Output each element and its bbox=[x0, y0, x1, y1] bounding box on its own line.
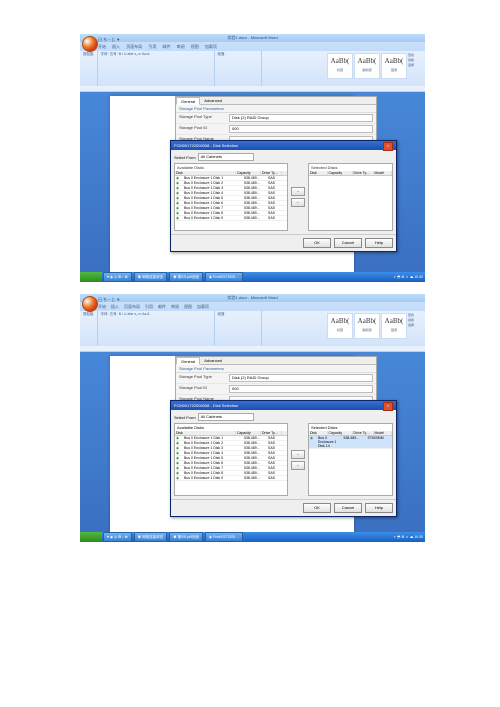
quicklaunch[interactable]: ♥ ◉ ◎ ❂ ♪ ✿ bbox=[103, 272, 132, 282]
taskbar[interactable]: ♥ ◉ ◎ ❂ ♪ ✿ ◉ 网络连接状态 ◉ 第2/5.pdf页面 ◉ Fcm0… bbox=[80, 532, 425, 542]
selected-disk-row[interactable]: ◉ Bus 0 Enclosure 1 Disk 14 538.489… ST6… bbox=[309, 436, 392, 449]
cancel-button[interactable]: Cancel bbox=[334, 238, 362, 248]
word-ribbon: 实验1.docx - Microsoft Word 日 ち・じ ▼ 开始插入页面… bbox=[80, 294, 425, 347]
start-button[interactable] bbox=[80, 272, 102, 282]
office-button[interactable] bbox=[82, 36, 98, 52]
style-heading[interactable]: AaBb(标题 bbox=[327, 53, 353, 79]
ruler bbox=[80, 86, 425, 92]
sp-label-id: Storage Pool ID bbox=[179, 125, 229, 133]
available-rows[interactable]: ◉Bus 0 Enclosure 1 Disk 1538.489…SAS ◉Bu… bbox=[175, 176, 287, 221]
sp-tab-advanced[interactable]: Advanced bbox=[200, 97, 226, 104]
sp-input-id[interactable]: 000 bbox=[229, 125, 373, 133]
disk-icon: ◉ bbox=[175, 206, 183, 210]
transfer-buttons: → ← bbox=[291, 163, 305, 231]
desktop-wallpaper: 实验1.docx - Microsoft Word 日 ち・じ ▼ 开始插入页面… bbox=[80, 294, 425, 542]
taskbar-item[interactable]: ◉ 第2/5.pdf页面 bbox=[169, 272, 203, 282]
style-subtitle[interactable]: AaBb(副标题 bbox=[354, 53, 380, 79]
tab-layout[interactable]: 页面布局 bbox=[126, 44, 142, 49]
disk-selection-dialog: FCM001722000058 - Disk Selection × Selec… bbox=[170, 140, 397, 252]
styles-gallery[interactable]: AaBb(标题 AaBb(副标题 AaBb(强调 bbox=[327, 53, 407, 79]
sp-input-type[interactable]: Disk (2) RAID Group bbox=[229, 114, 373, 122]
taskbar[interactable]: ♥ ◉ ◎ ❂ ♪ ✿ ◉ 网络连接状态 ◉ 第2/5.pdf页面 ◉ Fcm0… bbox=[80, 272, 425, 282]
selected-rows-empty[interactable] bbox=[309, 176, 392, 230]
system-tray[interactable]: ◐ ⬒ ⚙ ♬ ⏏ 10:30 bbox=[394, 275, 425, 279]
disk-icon: ◉ bbox=[309, 436, 317, 448]
sp-label-type: Storage Pool Type bbox=[179, 114, 229, 122]
cabinet-dropdown[interactable]: All Cabinets bbox=[198, 153, 254, 161]
available-disks-pane: Available Disks DiskCapacityDrive Ty… ◉B… bbox=[174, 163, 288, 231]
sp-tab-general[interactable]: General bbox=[176, 97, 200, 105]
screenshot-2: 实验1.docx - Microsoft Word 日 ち・じ ▼ 开始插入页面… bbox=[80, 294, 425, 542]
selected-disks-pane: Selected Disks DiskCapacityDrive Ty…Mode… bbox=[308, 423, 393, 496]
disk-icon: ◉ bbox=[175, 191, 183, 195]
title-bar: 实验1.docx - Microsoft Word bbox=[80, 294, 425, 302]
sp-tab-general[interactable]: General bbox=[176, 357, 200, 365]
title-bar: 实验1.docx - Microsoft Word bbox=[80, 34, 425, 42]
taskbar-item[interactable]: ◉ Fcm00172200… bbox=[205, 272, 243, 282]
tab-home[interactable]: 开始 bbox=[98, 44, 106, 49]
taskbar-item[interactable]: ◉ 网络连接状态 bbox=[134, 272, 167, 282]
add-button[interactable]: → bbox=[291, 450, 305, 459]
quick-access-toolbar[interactable]: 日 ち・じ ▼ bbox=[98, 37, 120, 43]
tab-ref[interactable]: 引用 bbox=[148, 44, 156, 49]
disk-icon: ◉ bbox=[175, 196, 183, 200]
dialog-title: FCM001722000058 - Disk Selection bbox=[174, 141, 238, 150]
clipboard-group[interactable]: 剪贴板 bbox=[80, 51, 98, 86]
ok-button[interactable]: OK bbox=[303, 238, 331, 248]
tab-addin[interactable]: 加载项 bbox=[205, 44, 217, 49]
add-button[interactable]: → bbox=[291, 187, 305, 196]
selected-header: Selected Disks bbox=[309, 164, 392, 171]
close-icon[interactable]: × bbox=[383, 142, 393, 151]
disk-icon: ◉ bbox=[175, 176, 183, 180]
help-button[interactable]: Help bbox=[365, 238, 393, 248]
ribbon-tabs[interactable]: 开始插入页面布局引用邮件审阅视图加载项 bbox=[98, 304, 214, 310]
paragraph-group[interactable]: 段落 bbox=[215, 51, 262, 86]
dialog-titlebar[interactable]: FCM001722000058 - Disk Selection × bbox=[171, 141, 396, 150]
desktop-wallpaper: 实验1.docx - Microsoft Word 日 ち・じ ▼ 开始 插入 … bbox=[80, 34, 425, 282]
start-button[interactable] bbox=[80, 532, 102, 542]
ribbon-tabs[interactable]: 开始 插入 页面布局 引用 邮件 审阅 视图 加载项 bbox=[98, 44, 222, 50]
screenshot-1: 实验1.docx - Microsoft Word 日 ち・じ ▼ 开始 插入 … bbox=[80, 34, 425, 282]
cabinet-dropdown[interactable]: All Cabinets bbox=[198, 413, 254, 421]
remove-button[interactable]: ← bbox=[291, 461, 305, 470]
select-from-label: Select From bbox=[174, 155, 196, 160]
ok-button[interactable]: OK bbox=[303, 503, 331, 513]
available-disks-pane: Available Disks DiskCapacityDrive Ty… ◉B… bbox=[174, 423, 288, 496]
tab-insert[interactable]: 插入 bbox=[112, 44, 120, 49]
remove-button[interactable]: ← bbox=[291, 198, 305, 207]
available-rows[interactable]: ◉Bus 0 Enclosure 1 Disk 1538.489…SAS ◉Bu… bbox=[175, 436, 287, 481]
help-button[interactable]: Help bbox=[365, 503, 393, 513]
close-icon[interactable]: × bbox=[383, 402, 393, 411]
ruler bbox=[80, 346, 425, 352]
word-ribbon: 实验1.docx - Microsoft Word 日 ち・じ ▼ 开始 插入 … bbox=[80, 34, 425, 87]
disk-icon: ◉ bbox=[175, 186, 183, 190]
tab-view[interactable]: 视图 bbox=[191, 44, 199, 49]
selected-disks-pane: Selected Disks DiskCapacityDrive Ty…Mode… bbox=[308, 163, 393, 231]
disk-selection-dialog: FCM001722000058 - Disk Selection × Selec… bbox=[170, 400, 397, 517]
available-header: Available Disks bbox=[175, 164, 287, 171]
selected-rows[interactable]: ◉ Bus 0 Enclosure 1 Disk 14 538.489… ST6… bbox=[309, 436, 392, 449]
office-button[interactable] bbox=[82, 296, 98, 312]
font-group[interactable]: 字体 ·五号· B I U abe x₂ x² Aa A bbox=[98, 51, 215, 86]
disk-icon: ◉ bbox=[175, 181, 183, 185]
disk-icon: ◉ bbox=[175, 216, 183, 220]
sp-section-header: Storage Pool Parameters bbox=[176, 105, 376, 113]
style-emphasis[interactable]: AaBb(强调 bbox=[381, 53, 407, 79]
tab-mail[interactable]: 邮件 bbox=[163, 44, 171, 49]
tab-review[interactable]: 审阅 bbox=[177, 44, 185, 49]
editing-group[interactable]: 查找替换选择 bbox=[408, 53, 423, 68]
disk-icon: ◉ bbox=[175, 201, 183, 205]
quick-access-toolbar[interactable]: 日 ち・じ ▼ bbox=[98, 297, 120, 303]
disk-icon: ◉ bbox=[175, 211, 183, 215]
sp-tab-advanced[interactable]: Advanced bbox=[200, 357, 226, 364]
cancel-button[interactable]: Cancel bbox=[334, 503, 362, 513]
styles-gallery[interactable]: AaBb(标题 AaBb(副标题 AaBb(强调 bbox=[327, 313, 407, 339]
dialog-titlebar[interactable]: FCM001722000058 - Disk Selection × bbox=[171, 401, 396, 410]
editing-group[interactable]: 查找替换选择 bbox=[408, 313, 423, 328]
